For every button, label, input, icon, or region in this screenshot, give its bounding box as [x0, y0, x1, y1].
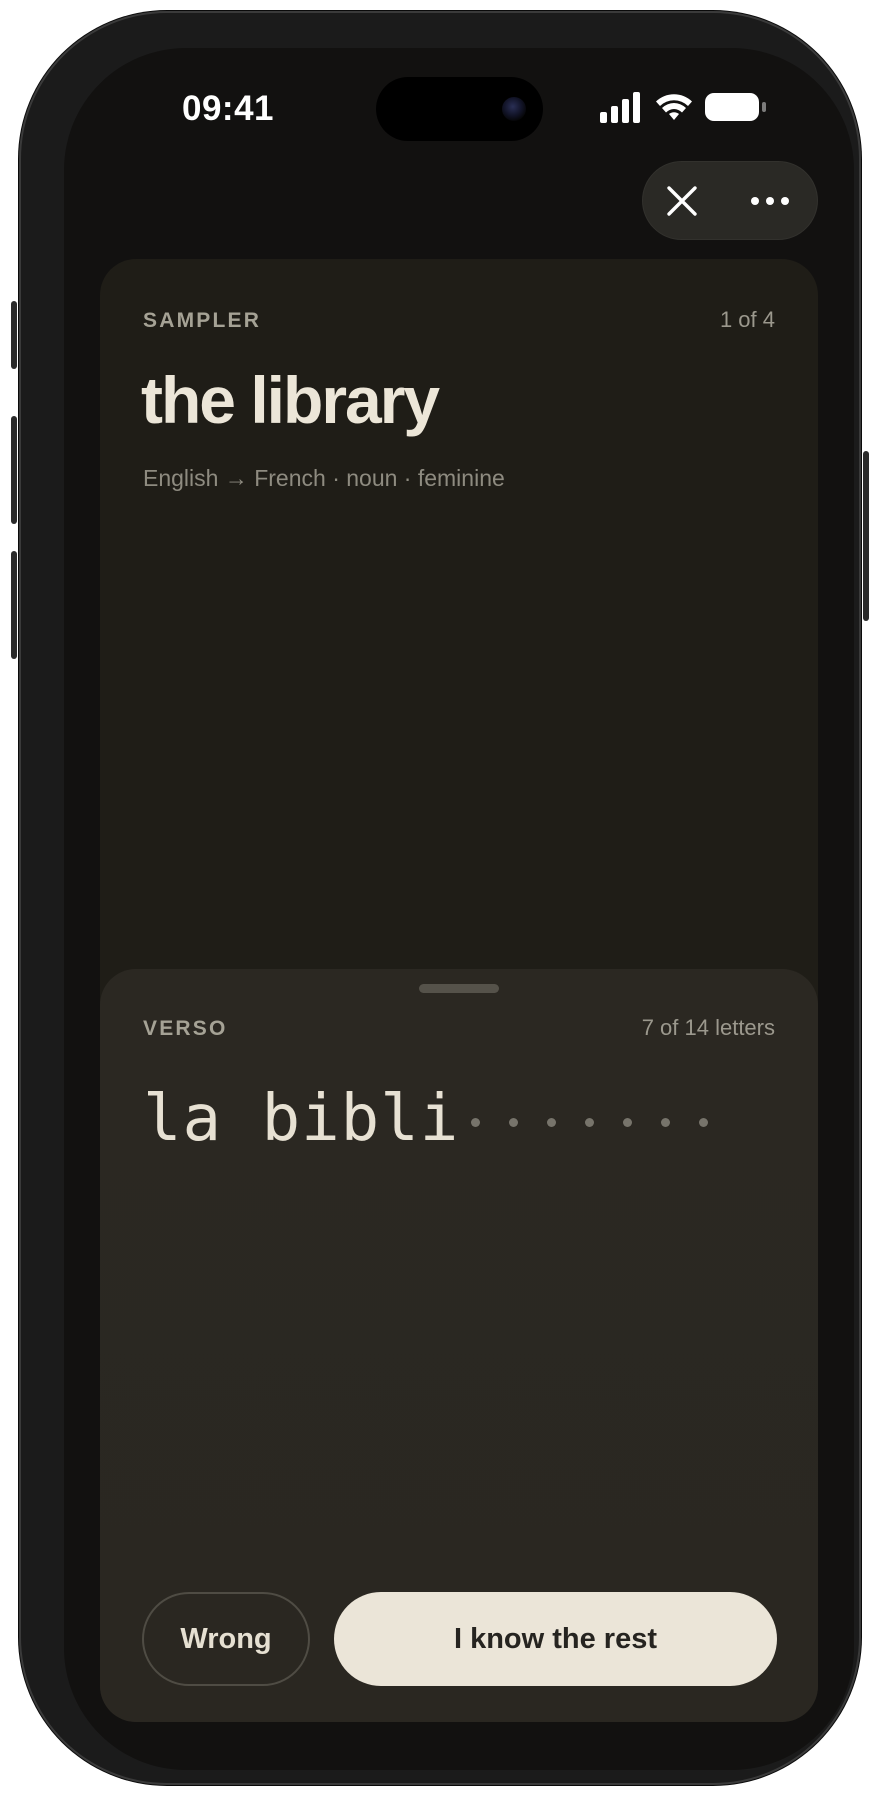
close-button[interactable]	[642, 161, 722, 240]
hidden-letter-dot	[623, 1117, 633, 1127]
revealed-answer: la bibli	[143, 1082, 460, 1156]
screen: 09:41 SAMPLER 1 of 4 the library English…	[64, 48, 854, 1770]
volume-down-button	[11, 551, 17, 659]
hidden-letter-dot	[547, 1117, 557, 1127]
know-rest-button[interactable]: I know the rest	[334, 1592, 777, 1686]
word-meta: English → French · noun · feminine	[143, 465, 505, 491]
hidden-letter-dot	[661, 1117, 671, 1127]
letter-counter: 7 of 14 letters	[641, 1015, 775, 1040]
volume-up-button	[11, 416, 17, 524]
verso-label: VERSO	[143, 1017, 228, 1040]
hidden-letter-dot	[699, 1117, 709, 1127]
status-icons-svg	[600, 92, 766, 123]
sheet-grabber[interactable]	[419, 984, 499, 993]
more-icon	[751, 196, 789, 205]
phone-frame: 09:41 SAMPLER 1 of 4 the library English…	[11, 11, 869, 1785]
answer-sheet[interactable]: VERSO 7 of 14 letters la bibli Wrong I k…	[100, 969, 818, 1722]
more-button[interactable]	[730, 161, 810, 240]
hidden-letter-dots	[471, 1112, 737, 1127]
wifi-icon	[656, 94, 692, 120]
card-counter: 1 of 4	[719, 307, 775, 332]
hidden-letter-dot	[471, 1117, 481, 1127]
status-icons	[600, 91, 770, 125]
cellular-signal-icon	[600, 92, 640, 123]
power-button	[863, 451, 869, 621]
prompt-word: the library	[141, 363, 440, 437]
dynamic-island	[376, 77, 543, 141]
top-controls	[642, 161, 818, 240]
close-icon	[667, 185, 697, 216]
hidden-letter-dot	[585, 1117, 595, 1127]
flashcard: SAMPLER 1 of 4 the library English → Fre…	[100, 259, 818, 1722]
wrong-button[interactable]: Wrong	[142, 1592, 310, 1686]
answer-row: la bibli	[143, 1079, 737, 1159]
status-time: 09:41	[182, 89, 275, 128]
deck-label: SAMPLER	[143, 309, 262, 332]
battery-icon	[705, 93, 766, 121]
action-button	[11, 301, 17, 369]
camera-icon	[502, 97, 526, 121]
hidden-letter-dot	[509, 1117, 519, 1127]
